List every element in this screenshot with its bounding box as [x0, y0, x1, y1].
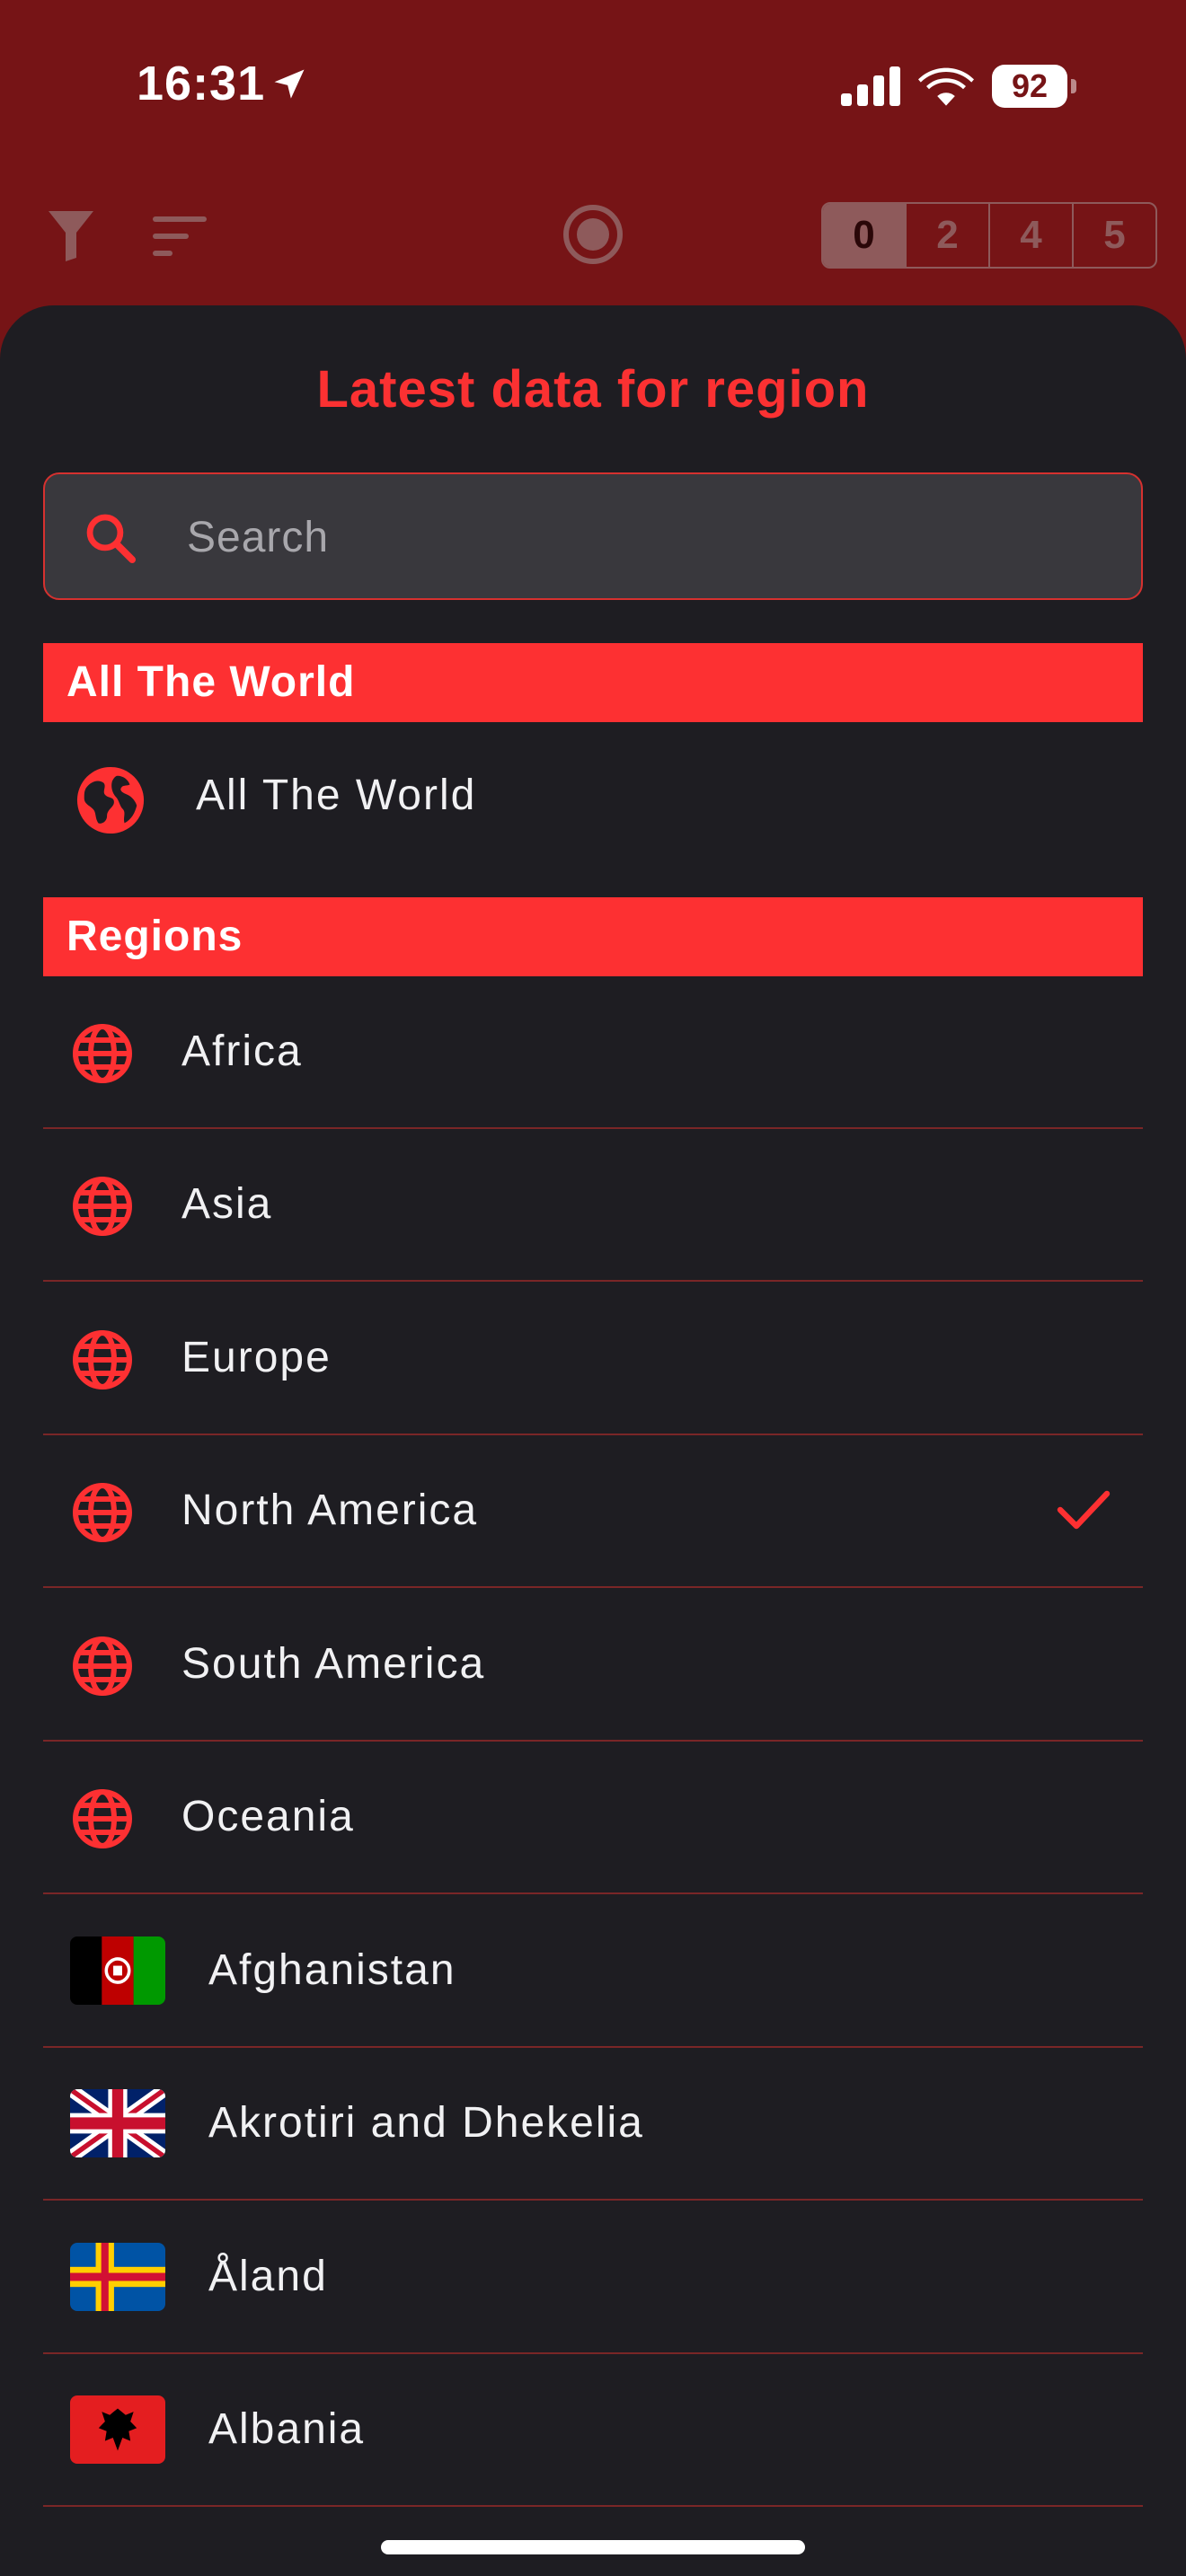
sheet-title: Latest data for region [316, 360, 870, 419]
segment-0[interactable]: 0 [823, 204, 905, 267]
list-item-south-america[interactable]: South America [43, 1589, 1143, 1742]
segment-5[interactable]: 5 [1072, 204, 1155, 267]
toolbar: 0 2 4 5 [0, 193, 1186, 283]
section-header-all-the-world: All The World [43, 643, 1143, 722]
globe-filled-icon [76, 766, 145, 834]
list-item-label: Akrotiri and Dhekelia [208, 2099, 644, 2147]
globe-icon [73, 1330, 132, 1389]
list-item-label: All The World [196, 772, 477, 819]
list-item-africa[interactable]: Africa [43, 976, 1143, 1129]
region-picker-sheet: Latest data for region All The World All… [0, 305, 1186, 2576]
list-item-label: Albania [208, 2405, 366, 2453]
list-item-label: Afghanistan [208, 1946, 456, 1994]
segment-2[interactable]: 2 [905, 204, 988, 267]
globe-icon [73, 1177, 132, 1236]
list-item-label: Oceania [181, 1793, 355, 1840]
home-indicator[interactable] [381, 2540, 805, 2554]
battery-icon: 92 [992, 65, 1078, 108]
search-icon [86, 514, 137, 564]
checkmark-icon [1057, 1490, 1111, 1530]
list-item-akrotiri-and-dhekelia[interactable]: Akrotiri and Dhekelia [43, 2048, 1143, 2201]
flag-united-kingdom-icon [70, 2089, 165, 2157]
list-item-afghanistan[interactable]: Afghanistan [43, 1895, 1143, 2048]
battery-level: 92 [992, 65, 1067, 108]
list-item-albania[interactable]: Albania [43, 2354, 1143, 2507]
search-bar[interactable] [43, 472, 1143, 600]
status-time: 16:31 [137, 57, 266, 110]
list-item-label: North America [181, 1486, 479, 1534]
section-header-regions: Regions [43, 897, 1143, 976]
screen: 16:31 92 0 2 4 5 Latest data for region … [0, 0, 1186, 2576]
filter-icon[interactable] [49, 211, 93, 261]
globe-icon [73, 1483, 132, 1542]
record-icon[interactable] [562, 204, 624, 265]
wifi-icon [918, 67, 974, 106]
list-item-north-america[interactable]: North America [43, 1435, 1143, 1588]
list-item-label: Europe [181, 1334, 332, 1381]
list-item-label: Africa [181, 1028, 303, 1075]
globe-icon [73, 1024, 132, 1083]
status-bar: 16:31 92 [0, 0, 1186, 171]
list-item-all-the-world[interactable]: All The World [43, 720, 1143, 873]
list-item-oceania[interactable]: Oceania [43, 1742, 1143, 1894]
globe-icon [73, 1636, 132, 1696]
list-item-europe[interactable]: Europe [43, 1283, 1143, 1435]
list-item-label: Asia [181, 1180, 273, 1228]
segment-4[interactable]: 4 [988, 204, 1072, 267]
globe-icon [73, 1789, 132, 1848]
flag-afghanistan-icon [70, 1936, 165, 2005]
sort-icon[interactable] [153, 216, 207, 256]
list-item-label: South America [181, 1640, 486, 1688]
flag-albania-icon [70, 2395, 165, 2464]
list-item-asia[interactable]: Asia [43, 1129, 1143, 1282]
search-input[interactable] [185, 474, 1123, 600]
zoom-segmented-control: 0 2 4 5 [821, 202, 1157, 269]
list-item-label: Åland [208, 2253, 328, 2300]
list-item-aland[interactable]: Åland [43, 2201, 1143, 2354]
location-arrow-icon [274, 69, 305, 99]
flag-aland-icon [70, 2243, 165, 2311]
cellular-signal-icon [841, 66, 900, 106]
